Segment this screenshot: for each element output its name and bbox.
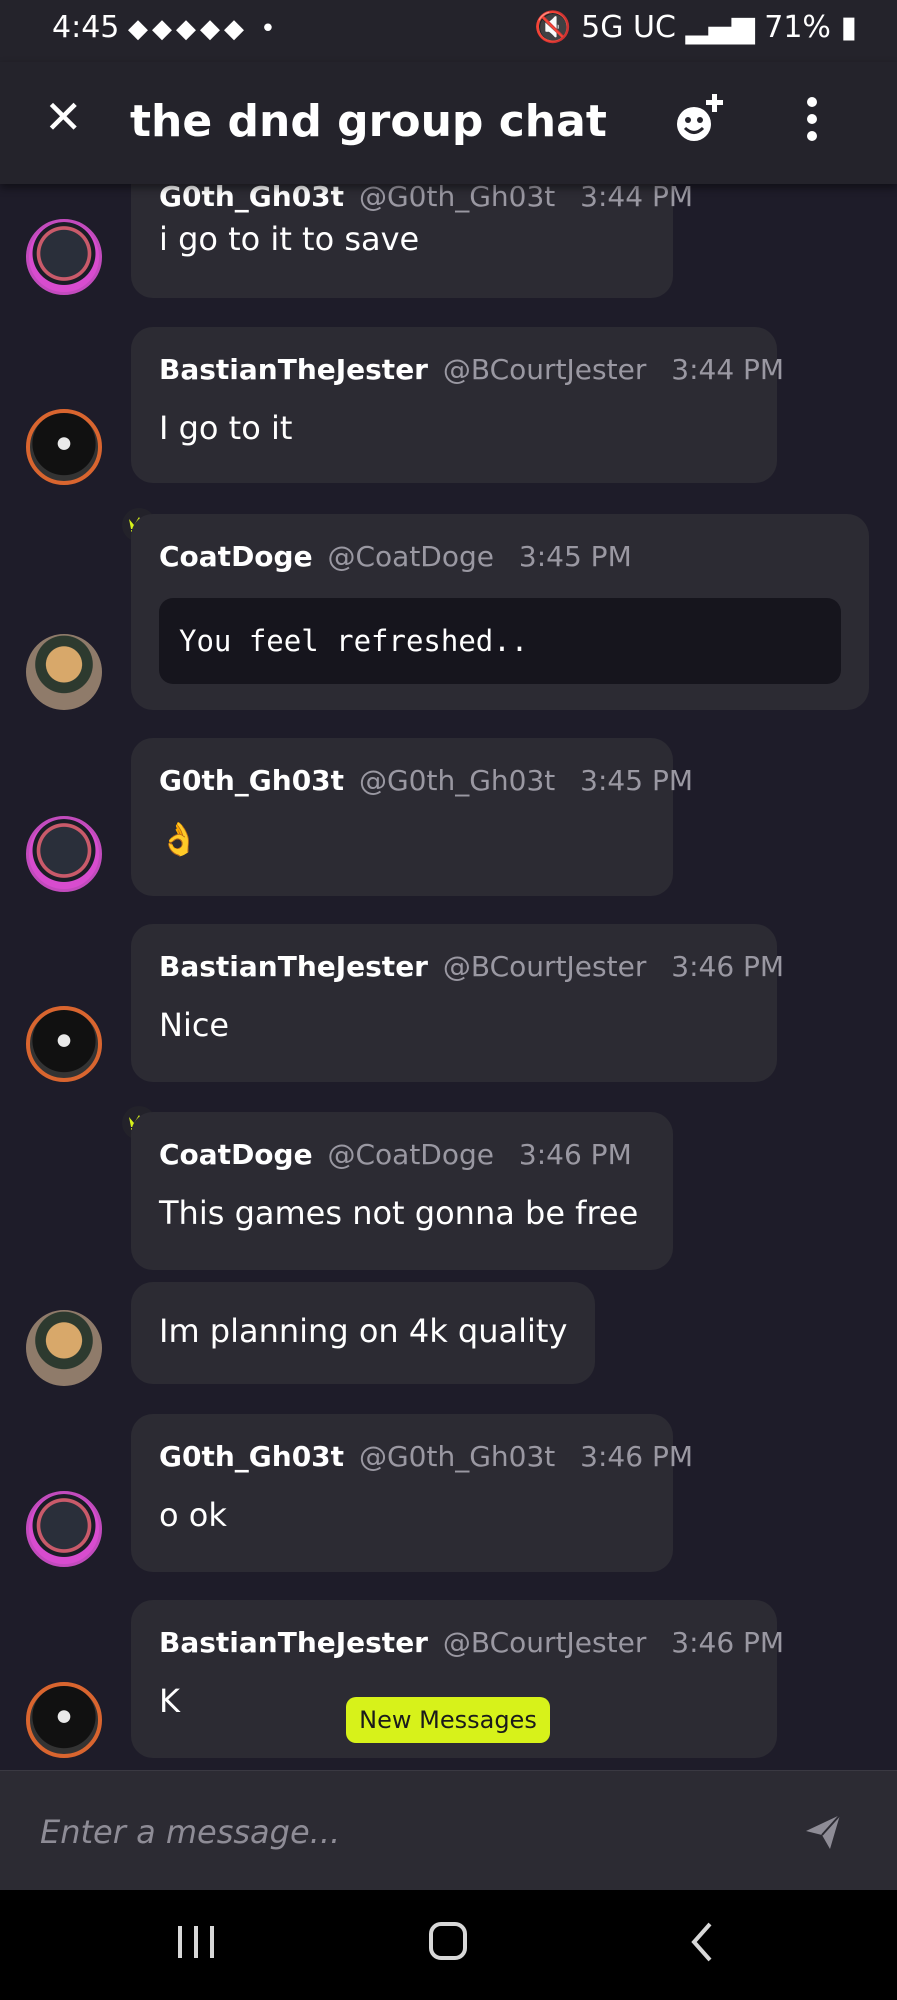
- sender-handle: @BCourtJester: [442, 353, 647, 386]
- network-label: 5G UC: [581, 10, 676, 45]
- chat-header: ✕ the dnd group chat: [0, 62, 897, 184]
- avatar-bastianthejester[interactable]: [26, 1682, 102, 1758]
- message-header: G0th_Gh03t @G0th_Gh03t 3:44 PM: [159, 184, 693, 213]
- message-header: CoatDoge @CoatDoge 3:46 PM: [159, 1138, 632, 1171]
- more-vertical-icon[interactable]: [800, 94, 824, 144]
- message-time: 3:46 PM: [518, 1138, 632, 1171]
- message-bubble[interactable]: CoatDoge @CoatDoge 3:46 PM This games no…: [131, 1112, 673, 1270]
- message-bubble[interactable]: G0th_Gh03t @G0th_Gh03t 3:44 PM i go to i…: [131, 184, 693, 298]
- sender-handle: @G0th_Gh03t: [358, 1440, 556, 1473]
- message-header: G0th_Gh03t @G0th_Gh03t 3:45 PM: [159, 764, 693, 797]
- message-header: BastianTheJester @BCourtJester 3:46 PM: [159, 950, 784, 983]
- sender-name[interactable]: BastianTheJester: [159, 1626, 428, 1659]
- code-block: You feel refreshed..: [159, 598, 841, 684]
- battery-icon: ▮: [840, 10, 857, 45]
- sender-handle: @CoatDoge: [327, 540, 494, 573]
- recent-apps-icon[interactable]: [176, 1920, 216, 1964]
- message-time: 3:45 PM: [518, 540, 632, 573]
- message-list[interactable]: G0th_Gh03t @G0th_Gh03t 3:44 PM i go to i…: [0, 184, 897, 1770]
- sender-name[interactable]: BastianTheJester: [159, 353, 428, 386]
- avatar-g0th-gh03t[interactable]: [26, 816, 102, 892]
- battery-label: 71%: [764, 10, 831, 45]
- message-time: 3:46 PM: [671, 1626, 785, 1659]
- message-time: 3:46 PM: [580, 1440, 693, 1473]
- status-time: 4:45: [52, 10, 120, 45]
- message-time: 3:44 PM: [580, 184, 693, 213]
- status-bar: 4:45 ◆◆◆◆◆ • 🔇 5G UC ▂▄▆ 71% ▮: [0, 0, 897, 62]
- message-header: BastianTheJester @BCourtJester 3:44 PM: [159, 353, 784, 386]
- message-header: G0th_Gh03t @G0th_Gh03t 3:46 PM: [159, 1440, 693, 1473]
- message-text: I go to it: [159, 409, 293, 447]
- sender-name[interactable]: CoatDoge: [159, 1138, 313, 1171]
- sender-handle: @G0th_Gh03t: [358, 764, 556, 797]
- notification-icons: ◆◆◆◆◆ •: [128, 14, 280, 44]
- message-bubble[interactable]: BastianTheJester @BCourtJester 3:46 PM N…: [131, 924, 784, 1082]
- avatar-g0th-gh03t[interactable]: [26, 219, 102, 295]
- message-text: i go to it to save: [159, 220, 420, 258]
- avatar-bastianthejester[interactable]: [26, 1006, 102, 1082]
- message-header: BastianTheJester @BCourtJester 3:46 PM: [159, 1626, 784, 1659]
- message-bubble[interactable]: G0th_Gh03t @G0th_Gh03t 3:45 PM 👌: [131, 738, 693, 896]
- message-composer: [0, 1770, 897, 1891]
- send-icon[interactable]: [804, 1813, 842, 1851]
- add-emoji-person-icon[interactable]: [672, 92, 728, 148]
- system-nav-bar: [0, 1890, 897, 2000]
- message-bubble[interactable]: BastianTheJester @BCourtJester 3:44 PM I…: [131, 327, 784, 483]
- message-bubble[interactable]: Im planning on 4k quality: [131, 1282, 595, 1384]
- home-icon[interactable]: [428, 1920, 468, 1964]
- message-input[interactable]: [38, 1801, 782, 1863]
- sender-name[interactable]: G0th_Gh03t: [159, 764, 344, 797]
- message-bubble[interactable]: CoatDoge @CoatDoge 3:45 PM You feel refr…: [131, 514, 869, 710]
- message-time: 3:46 PM: [671, 950, 785, 983]
- message-text: o ok: [159, 1496, 227, 1534]
- message-bubble[interactable]: G0th_Gh03t @G0th_Gh03t 3:46 PM o ok: [131, 1414, 693, 1572]
- message-text: 👌: [159, 820, 199, 858]
- avatar-coatdoge[interactable]: [26, 1310, 102, 1386]
- message-text: Nice: [159, 1006, 230, 1044]
- avatar-bastianthejester[interactable]: [26, 409, 102, 485]
- sender-name[interactable]: G0th_Gh03t: [159, 1440, 344, 1473]
- avatar-coatdoge[interactable]: [26, 634, 102, 710]
- sender-name[interactable]: G0th_Gh03t: [159, 184, 344, 213]
- new-messages-button[interactable]: New Messages: [346, 1697, 550, 1743]
- sender-name[interactable]: CoatDoge: [159, 540, 313, 573]
- sender-name[interactable]: BastianTheJester: [159, 950, 428, 983]
- sender-handle: @CoatDoge: [327, 1138, 494, 1171]
- status-right: 🔇 5G UC ▂▄▆ 71% ▮: [534, 10, 857, 45]
- sender-handle: @BCourtJester: [442, 950, 647, 983]
- chat-title: the dnd group chat: [130, 96, 607, 147]
- message-text: Im planning on 4k quality: [159, 1312, 568, 1350]
- signal-icon: ▂▄▆: [685, 10, 755, 45]
- close-icon[interactable]: ✕: [44, 92, 83, 142]
- back-icon[interactable]: [686, 1920, 716, 1964]
- message-text: This games not gonna be free: [159, 1194, 639, 1232]
- message-text: K: [159, 1682, 180, 1720]
- message-time: 3:44 PM: [671, 353, 785, 386]
- message-header: CoatDoge @CoatDoge 3:45 PM: [159, 540, 632, 573]
- sender-handle: @G0th_Gh03t: [358, 184, 556, 213]
- message-time: 3:45 PM: [580, 764, 693, 797]
- avatar-g0th-gh03t[interactable]: [26, 1491, 102, 1567]
- mute-icon: 🔇: [534, 10, 572, 45]
- sender-handle: @BCourtJester: [442, 1626, 647, 1659]
